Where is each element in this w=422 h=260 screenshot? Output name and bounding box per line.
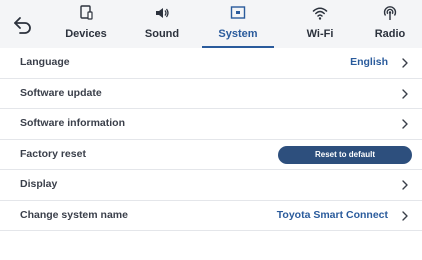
tab-label: Wi-Fi [306, 28, 334, 40]
setting-change-system-name[interactable]: Change system name Toyota Smart Connect [0, 201, 422, 231]
chevron-right-icon [402, 119, 408, 129]
system-settings-list: Language English Software update Softwar… [0, 48, 422, 231]
setting-label: Change system name [20, 208, 128, 221]
radio-icon [383, 6, 397, 20]
back-arrow-icon[interactable] [12, 14, 34, 36]
setting-factory-reset: Factory reset Reset to default [0, 140, 422, 170]
chevron-right-icon [402, 58, 408, 68]
tab-radio[interactable]: Radio [352, 0, 422, 48]
tab-wifi[interactable]: Wi-Fi [282, 0, 358, 48]
tab-system[interactable]: System [200, 0, 276, 48]
tab-devices[interactable]: Devices [48, 0, 124, 48]
tab-label: Sound [144, 28, 180, 40]
speaker-icon [156, 8, 169, 18]
category-tabs: Devices Sound System Wi-Fi Radio [46, 0, 422, 48]
setting-software-update[interactable]: Software update [0, 79, 422, 109]
tab-label: Devices [65, 28, 107, 40]
setting-label: Display [20, 178, 58, 190]
system-screen-icon [230, 6, 246, 19]
top-navigation-bar: Devices Sound System Wi-Fi Radio [0, 0, 422, 48]
setting-label: Software information [20, 117, 126, 129]
chevron-right-icon [402, 180, 408, 190]
phone-icon [80, 5, 93, 20]
setting-label: Language [20, 56, 70, 68]
setting-display[interactable]: Display [0, 170, 422, 201]
chevron-right-icon [402, 88, 408, 99]
wifi-icon [312, 7, 328, 20]
setting-language[interactable]: Language English [0, 48, 422, 79]
reset-to-default-button[interactable]: Reset to default [278, 145, 412, 164]
setting-label: Factory reset [20, 147, 86, 160]
chevron-right-icon [402, 210, 408, 221]
tab-label: Radio [374, 28, 406, 40]
setting-value: English [350, 56, 388, 68]
settings-screen: Devices Sound System Wi-Fi Radio Languag… [0, 0, 422, 260]
setting-label: Software update [20, 86, 102, 99]
setting-value: Toyota Smart Connect [276, 208, 388, 221]
setting-software-information[interactable]: Software information [0, 109, 422, 140]
tab-sound[interactable]: Sound [124, 0, 200, 48]
tab-label: System [218, 28, 258, 40]
